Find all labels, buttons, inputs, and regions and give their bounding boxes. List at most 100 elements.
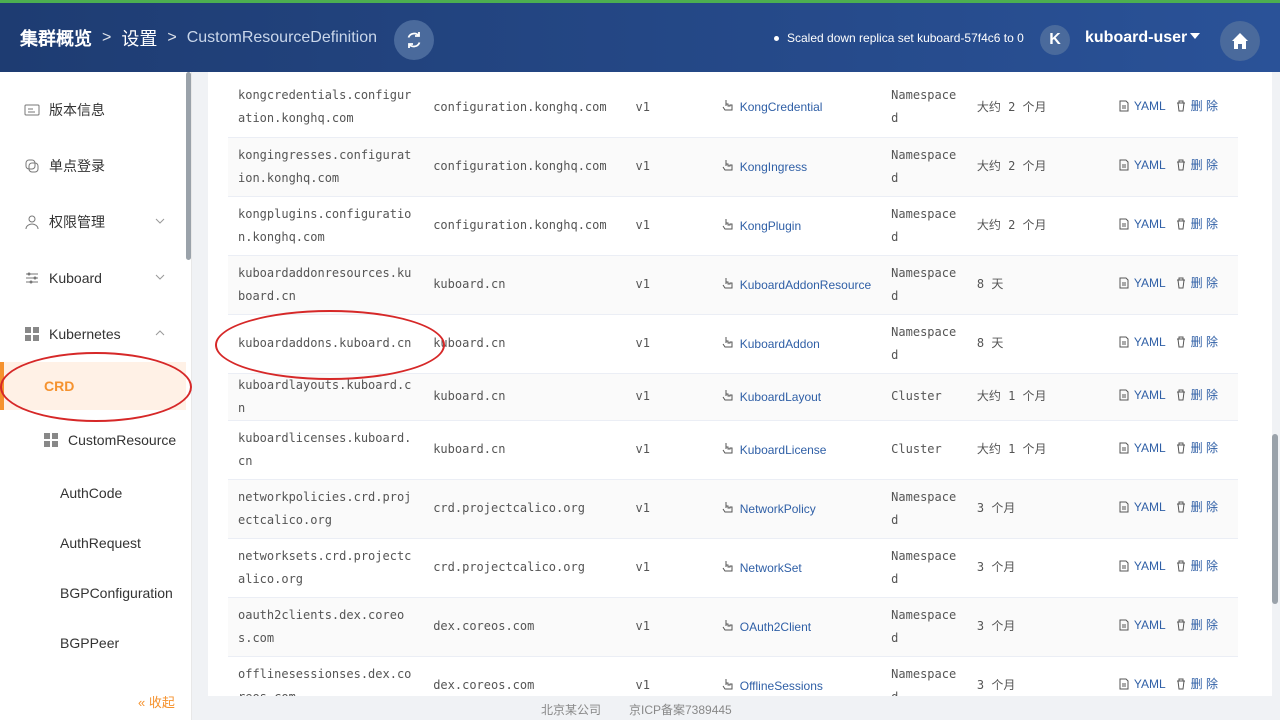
table-row: kongcredentials.configuration.konghq.com… — [228, 78, 1238, 138]
main-content: kongcredentials.configuration.konghq.com… — [208, 72, 1272, 696]
crd-kind-cell[interactable]: KuboardLayout — [711, 373, 882, 421]
kind-link[interactable]: KuboardLicense — [740, 443, 827, 457]
delete-button[interactable]: 删 除 — [1176, 95, 1218, 118]
table-row: kuboardlicenses.kuboard.cn kuboard.cn v1 Ku… — [228, 420, 1238, 480]
main-scrollbar[interactable] — [1272, 434, 1278, 604]
kind-link[interactable]: KongCredential — [740, 100, 823, 114]
kind-link[interactable]: KongPlugin — [740, 219, 801, 233]
crd-kind-cell[interactable]: OfflineSessions — [711, 656, 882, 696]
crd-scope-cell: Namespaced — [881, 137, 967, 197]
breadcrumb-settings[interactable]: 设置 — [121, 25, 157, 51]
yaml-button[interactable]: YAML — [1119, 213, 1166, 236]
kind-link[interactable]: OfflineSessions — [740, 679, 823, 693]
file-icon — [1119, 100, 1129, 112]
sidebar: 版本信息 单点登录 权限管理 Kuboard Kubernetes CRD Cu… — [0, 72, 192, 720]
sso-icon — [24, 158, 40, 174]
crd-kind-cell[interactable]: KongIngress — [711, 137, 882, 197]
kind-link[interactable]: OAuth2Client — [740, 620, 811, 634]
yaml-button[interactable]: YAML — [1119, 272, 1166, 295]
delete-label: 删 除 — [1190, 440, 1218, 455]
crd-actions-cell: YAML 删 除 — [1108, 420, 1238, 480]
file-icon — [1119, 159, 1129, 171]
collapse-sidebar-button[interactable]: « 收起 — [138, 692, 175, 711]
user-avatar[interactable]: K — [1040, 25, 1070, 55]
yaml-button[interactable]: YAML — [1119, 614, 1166, 637]
sidebar-scrollbar[interactable] — [186, 72, 191, 260]
yaml-button[interactable]: YAML — [1119, 384, 1166, 407]
table-row: kongplugins.configuration.konghq.com conf… — [228, 196, 1238, 256]
event-notification[interactable]: Scaled down replica set kuboard-57f4c6 t… — [774, 31, 1024, 45]
crd-kind-cell[interactable]: KuboardLicense — [711, 420, 882, 480]
crd-name-cell: networkpolicies.crd.projectcalico.org — [228, 479, 424, 539]
crd-kind-cell[interactable]: OAuth2Client — [711, 597, 882, 657]
footer-company: 北京某公司 — [541, 703, 602, 717]
home-button[interactable] — [1220, 21, 1260, 61]
trash-icon — [1176, 218, 1185, 230]
kind-link[interactable]: NetworkPolicy — [740, 502, 816, 516]
hand-pointer-icon — [722, 159, 733, 170]
crd-scope-cell: Namespaced — [881, 314, 967, 374]
kind-link[interactable]: NetworkSet — [740, 561, 802, 575]
sidebar-item-kubernetes[interactable]: Kubernetes — [0, 314, 186, 354]
kind-link[interactable]: KuboardAddonResource — [740, 278, 871, 292]
table-row: networkpolicies.crd.projectcalico.org crd… — [228, 479, 1238, 539]
refresh-button[interactable] — [394, 20, 434, 60]
trash-icon — [1176, 442, 1185, 454]
yaml-button[interactable]: YAML — [1119, 673, 1166, 696]
trash-icon — [1176, 336, 1185, 348]
delete-label: 删 除 — [1190, 334, 1218, 349]
kind-link[interactable]: KuboardAddon — [740, 337, 820, 351]
delete-button[interactable]: 删 除 — [1176, 437, 1218, 460]
file-icon — [1119, 336, 1129, 348]
crd-actions-cell: YAML 删 除 — [1108, 479, 1238, 539]
sidebar-item-permissions[interactable]: 权限管理 — [0, 202, 186, 242]
user-name[interactable]: kuboard-user — [1085, 29, 1187, 47]
crd-kind-cell[interactable]: KuboardAddonResource — [711, 255, 882, 315]
delete-button[interactable]: 删 除 — [1176, 272, 1218, 295]
breadcrumb-cluster[interactable]: 集群概览 — [20, 25, 92, 51]
table-row: kuboardlayouts.kuboard.cn kuboard.cn v1 Kub… — [228, 373, 1238, 421]
yaml-button[interactable]: YAML — [1119, 95, 1166, 118]
crd-kind-cell[interactable]: KuboardAddon — [711, 314, 882, 374]
crd-kind-cell[interactable]: NetworkPolicy — [711, 479, 882, 539]
delete-button[interactable]: 删 除 — [1176, 331, 1218, 354]
crd-actions-cell: YAML 删 除 — [1108, 196, 1238, 256]
crd-scope-cell: Namespaced — [881, 538, 967, 598]
sidebar-item-kuboard[interactable]: Kuboard — [0, 258, 186, 298]
crd-kind-cell[interactable]: KongCredential — [711, 78, 882, 138]
delete-button[interactable]: 删 除 — [1176, 154, 1218, 177]
caret-down-icon[interactable] — [1190, 33, 1200, 39]
crd-name-cell: kuboardlayouts.kuboard.cn — [228, 373, 424, 421]
sidebar-item-authcode[interactable]: AuthCode — [60, 485, 122, 501]
sidebar-item-bgpconfiguration[interactable]: BGPConfiguration — [60, 585, 173, 601]
yaml-button[interactable]: YAML — [1119, 496, 1166, 519]
sidebar-item-version[interactable]: 版本信息 — [0, 90, 186, 130]
yaml-button[interactable]: YAML — [1119, 437, 1166, 460]
crd-kind-cell[interactable]: KongPlugin — [711, 196, 882, 256]
delete-button[interactable]: 删 除 — [1176, 384, 1218, 407]
kind-link[interactable]: KongIngress — [740, 160, 807, 174]
sidebar-item-sso[interactable]: 单点登录 — [0, 146, 186, 186]
sidebar-item-crd[interactable]: CRD — [0, 362, 186, 410]
sidebar-item-authrequest[interactable]: AuthRequest — [60, 535, 141, 551]
hand-pointer-icon — [722, 560, 733, 571]
kind-link[interactable]: KuboardLayout — [740, 390, 821, 404]
crd-group-cell: dex.coreos.com — [423, 597, 626, 657]
crd-scope-cell: Namespaced — [881, 196, 967, 256]
hand-pointer-icon — [722, 501, 733, 512]
yaml-button[interactable]: YAML — [1119, 154, 1166, 177]
crd-kind-cell[interactable]: NetworkSet — [711, 538, 882, 598]
sidebar-item-customresource[interactable]: CustomResource — [44, 432, 176, 448]
sidebar-item-bgppeer[interactable]: BGPPeer — [60, 635, 119, 651]
yaml-button[interactable]: YAML — [1119, 331, 1166, 354]
delete-button[interactable]: 删 除 — [1176, 614, 1218, 637]
delete-button[interactable]: 删 除 — [1176, 496, 1218, 519]
crd-scope-cell: Namespaced — [881, 479, 967, 539]
delete-button[interactable]: 删 除 — [1176, 555, 1218, 578]
delete-button[interactable]: 删 除 — [1176, 213, 1218, 236]
crd-scope-cell: Cluster — [881, 373, 967, 421]
crd-scope-cell: Namespaced — [881, 656, 967, 696]
yaml-button[interactable]: YAML — [1119, 555, 1166, 578]
footer-icp[interactable]: 京ICP备案7389445 — [629, 701, 732, 718]
delete-button[interactable]: 删 除 — [1176, 673, 1218, 696]
